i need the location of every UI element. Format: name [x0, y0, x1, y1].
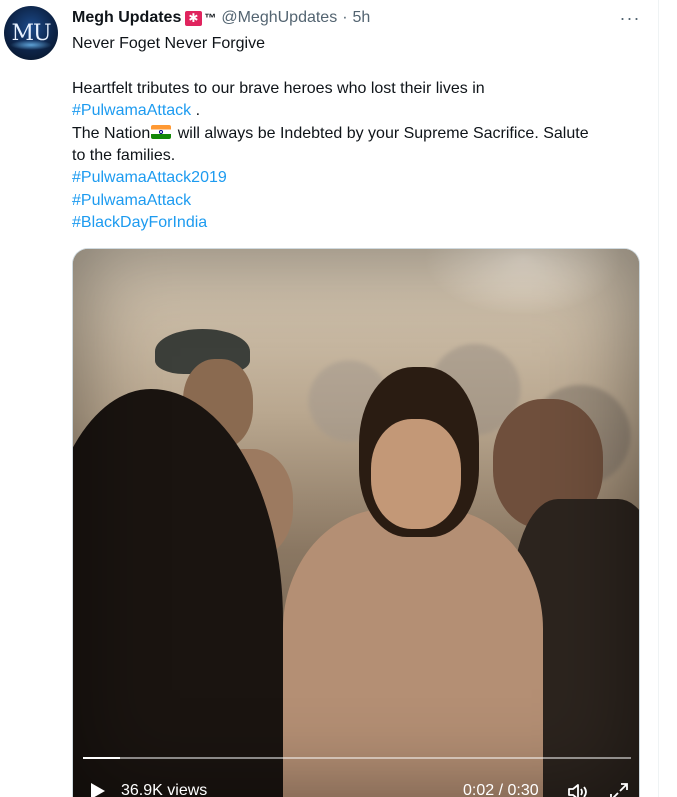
author-avatar[interactable]: MU — [4, 6, 58, 60]
tweet-line-7: #PulwamaAttack — [72, 190, 642, 212]
video-controls: 36.9K views 0:02 / 0:30 — [73, 769, 639, 797]
hashtag-link[interactable]: #PulwamaAttack — [72, 102, 191, 119]
more-options-icon[interactable]: ··· — [620, 8, 640, 28]
tweet-line-1: Never Foget Never Forgive — [72, 35, 265, 52]
author-name[interactable]: Megh Updates — [72, 9, 181, 27]
volume-icon[interactable] — [567, 782, 591, 797]
play-icon[interactable] — [91, 783, 105, 797]
video-timecode: 0:02 / 0:30 — [463, 782, 539, 797]
view-count: 36.9K views — [121, 782, 208, 797]
rotating-light-icon — [185, 10, 203, 26]
tweet-header: Megh Updates ™ @MeghUpdates · 5h — [72, 8, 647, 28]
nation-text: The Nation — [72, 124, 151, 142]
tweet-line-8: #BlackDayForIndia — [72, 212, 642, 234]
tweet-line-3: #PulwamaAttack . — [72, 100, 642, 122]
tweet-line-4: The Nation will always be Indebted by yo… — [72, 123, 642, 145]
video-player[interactable]: 36.9K views 0:02 / 0:30 — [72, 248, 640, 797]
timeline-border — [658, 0, 659, 797]
tweet-line-5: to the families. — [72, 147, 176, 165]
sacrifice-text: will always be Indebted by your Supreme … — [173, 124, 589, 142]
video-progress-bar[interactable] — [83, 757, 631, 759]
hashtag-link[interactable]: #PulwamaAttack — [72, 192, 191, 209]
tweet-timestamp[interactable]: 5h — [353, 9, 371, 27]
punctuation: . — [191, 102, 201, 120]
avatar-initials: MU — [11, 20, 51, 46]
hashtag-link[interactable]: #PulwamaAttack2019 — [72, 169, 227, 186]
trademark-symbol: ™ — [204, 11, 217, 25]
hashtag-link[interactable]: #BlackDayForIndia — [72, 214, 207, 231]
india-flag-icon — [151, 124, 172, 139]
header-separator: · — [342, 9, 348, 26]
video-vignette — [73, 249, 639, 797]
tweet-line-2: Heartfelt tributes to our brave heroes w… — [72, 79, 485, 97]
author-handle[interactable]: @MeghUpdates — [221, 9, 337, 27]
tweet-text: Never Foget Never Forgive Heartfelt trib… — [72, 33, 642, 235]
tweet-line-6: #PulwamaAttack2019 — [72, 167, 642, 189]
fullscreen-expand-icon[interactable] — [609, 782, 629, 797]
video-progress-fill — [83, 757, 120, 759]
